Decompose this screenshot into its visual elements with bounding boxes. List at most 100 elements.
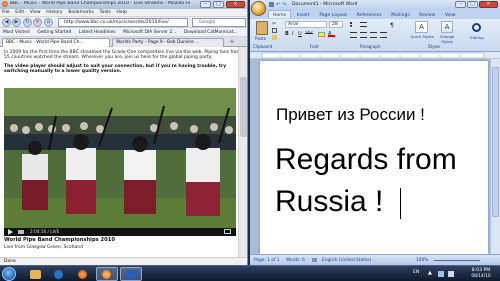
bullets-icon[interactable]	[350, 22, 357, 27]
quick-styles-button[interactable]: Quick Styles	[410, 34, 434, 39]
tab-mailings[interactable]: Mailings	[387, 11, 413, 18]
menu-edit[interactable]: Edit	[13, 9, 26, 15]
network-icon[interactable]	[438, 271, 444, 277]
search-input[interactable]: Google	[192, 18, 246, 27]
redo-icon[interactable]: ↷	[282, 2, 286, 8]
paste-icon[interactable]	[256, 21, 268, 35]
language-indicator[interactable]: EN	[413, 270, 419, 275]
menu-view[interactable]: View	[28, 9, 43, 15]
word-title: Document1 - Microsoft Word	[292, 2, 358, 7]
start-button[interactable]	[2, 267, 16, 281]
align-left-icon[interactable]	[350, 32, 357, 38]
document-scrollbar[interactable]	[490, 59, 500, 254]
stop-icon[interactable]: ✕	[33, 18, 42, 27]
tray-up-arrow-icon[interactable]: ▲	[428, 270, 432, 276]
save-icon[interactable]	[269, 2, 274, 7]
editing-icon[interactable]	[472, 23, 481, 32]
fullscreen-icon[interactable]	[224, 229, 231, 234]
tab-insert[interactable]: Insert	[293, 11, 314, 18]
folder-icon	[30, 270, 41, 279]
bookmark-item[interactable]: Microsoft DIA Server 2...	[120, 28, 179, 35]
taskbar-word[interactable]	[120, 267, 142, 281]
bold-button[interactable]: B	[285, 31, 289, 37]
paste-button[interactable]: Paste	[255, 36, 266, 41]
scrollbar-thumb[interactable]	[492, 67, 499, 217]
page-count[interactable]: Page: 1 of 1	[254, 258, 280, 263]
strikethrough-button[interactable]: abc	[305, 31, 313, 36]
document-page[interactable]: Привет из России ! Regards from Russia !	[260, 61, 488, 254]
forward-icon[interactable]: ▶	[12, 18, 21, 27]
menu-tools[interactable]: Tools	[97, 9, 112, 15]
font-color-icon[interactable]: A	[328, 32, 335, 37]
new-tab-button[interactable]: +	[228, 39, 236, 46]
clock-time[interactable]: 8:03 PM	[468, 268, 494, 273]
taskbar-firefox-window[interactable]	[96, 267, 118, 281]
editing-button[interactable]: Editing	[464, 35, 490, 40]
format-painter-icon[interactable]	[272, 35, 277, 40]
undo-icon[interactable]: ↶	[276, 2, 280, 8]
tab-view[interactable]: View	[441, 11, 460, 18]
font-size-select[interactable]: 28	[329, 21, 343, 28]
taskbar-explorer[interactable]	[24, 267, 46, 281]
play-icon[interactable]	[8, 229, 13, 235]
bookmark-item[interactable]: Download CatMomicat...	[181, 28, 241, 35]
menu-bookmarks[interactable]: Bookmarks	[66, 9, 96, 15]
video-player[interactable]	[4, 88, 236, 228]
volume-icon[interactable]	[448, 271, 454, 277]
change-styles-icon[interactable]: A	[441, 21, 453, 33]
home-icon[interactable]: ⌂	[44, 18, 53, 27]
volume-icon[interactable]	[18, 230, 24, 234]
text-caret	[400, 188, 401, 219]
intro-notice: The video player should adjust to suit y…	[4, 64, 227, 75]
tab-worlds-party[interactable]: Worlds Party - Page 9 - Bob Dunsire ...	[112, 38, 224, 47]
close-button[interactable]: ×	[226, 1, 245, 8]
italic-button[interactable]: I	[292, 31, 293, 37]
copy-icon[interactable]	[272, 28, 277, 33]
change-styles-button[interactable]: Change Styles	[435, 34, 459, 44]
maximize-button[interactable]: □	[467, 1, 478, 8]
show-marks-icon[interactable]: ¶	[390, 22, 394, 29]
quick-styles-icon[interactable]: A	[415, 21, 428, 33]
tab-review[interactable]: Review	[415, 11, 439, 18]
reload-icon[interactable]: ↻	[23, 18, 32, 27]
zoom-slider[interactable]	[434, 260, 480, 261]
url-bar[interactable]: http://www.bbc.co.uk/music/worlds/2010/l…	[58, 18, 188, 27]
clock-date[interactable]: 08/14/10	[468, 274, 494, 279]
minimize-button[interactable]: –	[200, 1, 211, 8]
bookmark-item[interactable]: Latest Headlines	[76, 28, 119, 35]
menu-help[interactable]: Help	[114, 9, 128, 15]
back-icon[interactable]: ◀	[2, 18, 11, 27]
align-center-icon[interactable]	[360, 32, 367, 38]
underline-button[interactable]: U	[298, 31, 302, 37]
tab-home[interactable]: Home	[268, 10, 292, 18]
page-scrollbar[interactable]	[238, 47, 247, 257]
firefox-titlebar: BBC - Music - World Pipe Band Championsh…	[0, 0, 247, 9]
word-window: ↶ ↷ Document1 - Microsoft Word – □ × Hom…	[250, 0, 500, 265]
menu-history[interactable]: History	[44, 9, 64, 15]
minimize-button[interactable]: –	[455, 1, 466, 8]
office-button[interactable]	[251, 1, 266, 16]
taskbar-firefox[interactable]	[72, 267, 94, 281]
tab-references[interactable]: References	[353, 11, 386, 18]
tab-page-layout[interactable]: Page Layout	[315, 11, 351, 18]
menu-file[interactable]: File	[0, 9, 12, 15]
zoom-level[interactable]: 100%	[416, 258, 428, 263]
font-name-select[interactable]: Arial	[285, 21, 327, 28]
word-count[interactable]: Words: 6	[286, 258, 305, 263]
ruler[interactable]	[250, 52, 500, 59]
bookmark-item[interactable]: Getting Started	[34, 28, 74, 35]
justify-icon[interactable]	[380, 32, 387, 38]
scrollbar-thumb[interactable]	[240, 77, 247, 137]
cut-icon[interactable]: ✂	[272, 21, 276, 27]
highlight-icon[interactable]	[318, 32, 325, 37]
bookmark-item[interactable]: Most Visited	[0, 28, 33, 35]
maximize-button[interactable]: □	[213, 1, 224, 8]
video-controls: 2:04:16 / LIVE	[4, 228, 236, 236]
align-right-icon[interactable]	[370, 32, 377, 38]
language-indicator[interactable]: English (United States)	[322, 258, 371, 263]
proofing-icon[interactable]	[312, 258, 317, 262]
close-button[interactable]: ×	[479, 1, 498, 8]
numbering-icon[interactable]	[360, 22, 367, 27]
tab-bbc[interactable]: BBC - Music - World Pipe Band Ch...	[2, 38, 110, 47]
taskbar-media-player[interactable]	[48, 267, 70, 281]
